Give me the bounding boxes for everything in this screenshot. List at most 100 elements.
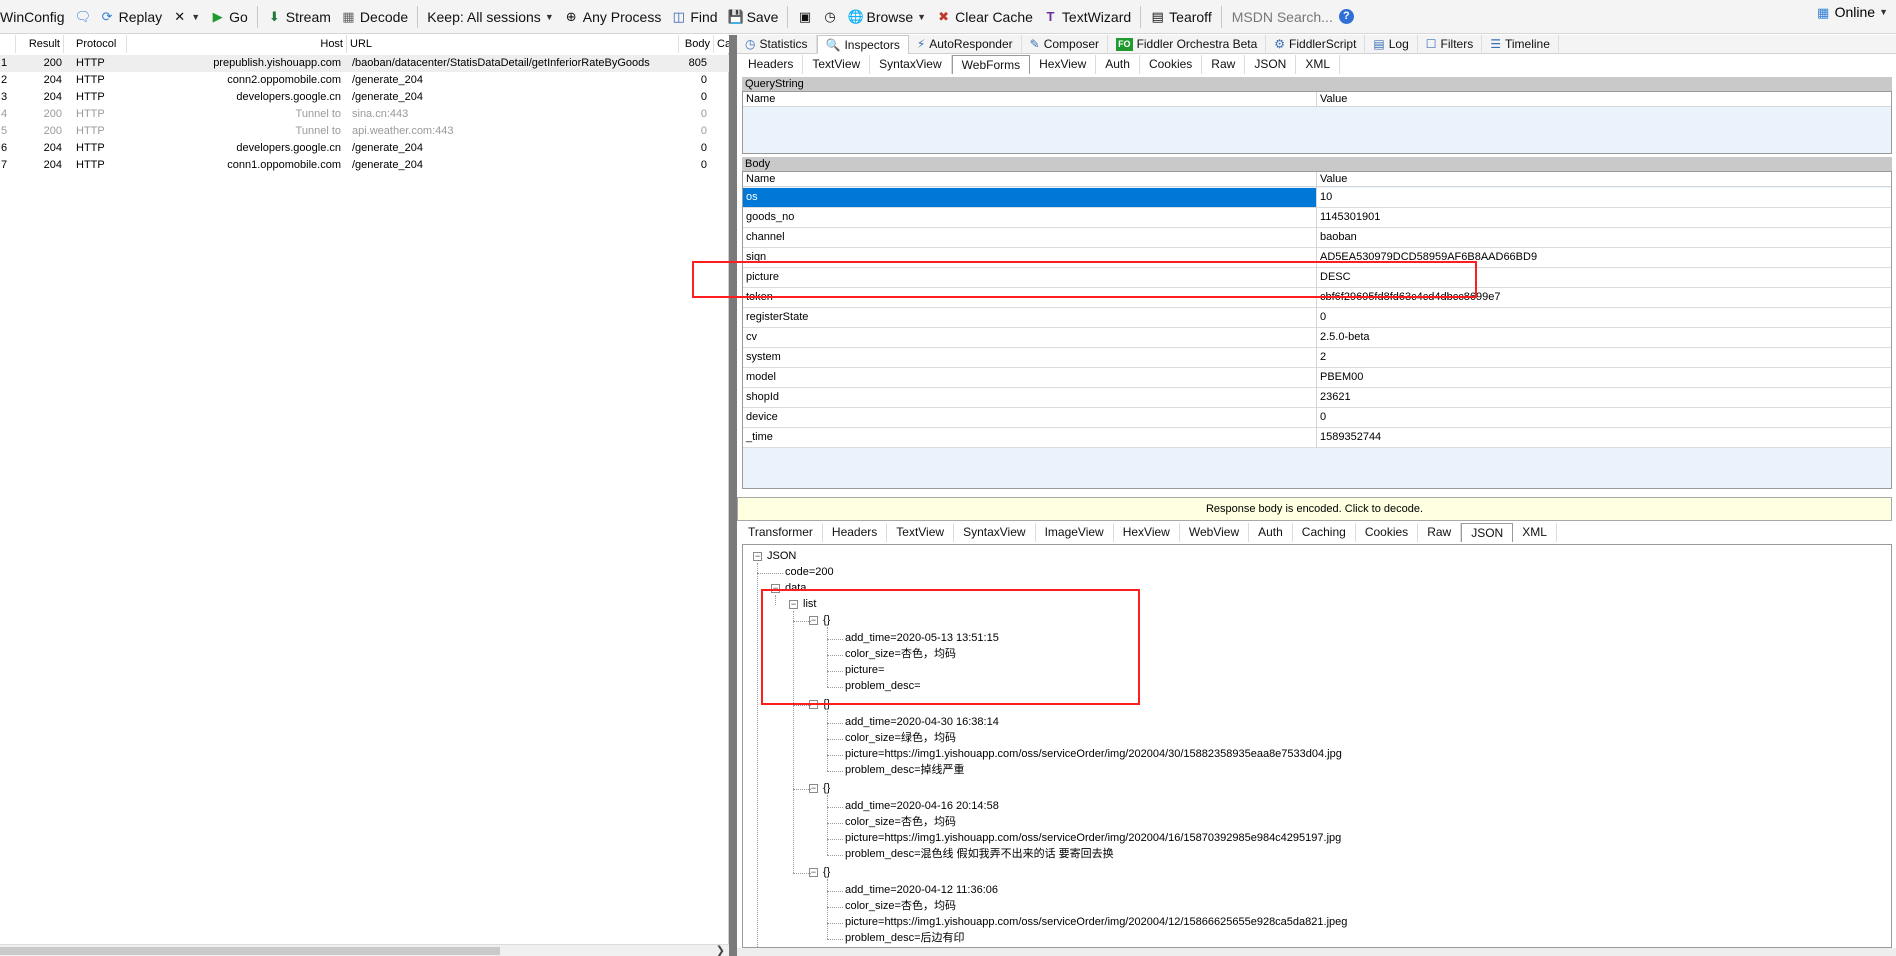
column-header-number[interactable] <box>0 35 16 53</box>
body-param-row[interactable]: goods_no 1145301901 <box>743 208 1891 228</box>
replay-button[interactable]: ⟳ Replay <box>95 4 168 30</box>
body-param-value[interactable]: AD5EA530979DCD58959AF6B8AAD66BD9 <box>1317 248 1891 267</box>
body-param-name[interactable]: picture <box>743 268 1316 287</box>
winconfig-button[interactable]: WinConfig <box>0 4 70 30</box>
response-tab-transformer[interactable]: Transformer <box>739 523 823 542</box>
tab-fiddlerscript[interactable]: ⚙ FiddlerScript <box>1266 34 1366 54</box>
body-param-row[interactable]: shopId 23621 <box>743 388 1891 408</box>
collapse-toggle-icon[interactable]: − <box>789 600 798 609</box>
column-header-result[interactable]: Result <box>16 35 64 53</box>
session-row[interactable]: 3 204 HTTP developers.google.cn/generate_20… <box>0 89 729 106</box>
body-param-row[interactable]: cv 2.5.0-beta <box>743 328 1891 348</box>
timer-button[interactable]: ◷ <box>817 4 842 30</box>
body-param-name[interactable]: shopId <box>743 388 1316 407</box>
session-row[interactable]: 2 204 HTTP conn2.oppomobile.com/generate_20… <box>0 72 729 89</box>
screenshot-button[interactable]: ▣ <box>792 4 817 30</box>
collapse-toggle-icon[interactable]: − <box>753 552 762 561</box>
body-param-value[interactable]: 0 <box>1317 308 1891 327</box>
json-field-problem-desc[interactable]: problem_desc=混色线 假如我弄不出来的话 要寄回去换 <box>845 847 1114 862</box>
column-header-host[interactable]: Host <box>127 35 347 53</box>
body-param-value[interactable]: 1145301901 <box>1317 208 1891 227</box>
session-row[interactable]: 4 200 HTTP Tunnel to sina.cn:443 0 <box>0 106 729 123</box>
body-param-row[interactable]: model PBEM00 <box>743 368 1891 388</box>
json-data-node[interactable]: data <box>785 581 806 596</box>
json-list-node[interactable]: list <box>803 597 816 612</box>
tab-inspectors[interactable]: 🔍 Inspectors <box>816 34 909 54</box>
tab-autoresponder[interactable]: ⚡ AutoResponder <box>909 34 1022 54</box>
body-param-row[interactable]: channel baoban <box>743 228 1891 248</box>
collapse-toggle-icon[interactable]: − <box>771 584 780 593</box>
find-button[interactable]: ◫ Find <box>666 4 722 30</box>
json-object-node[interactable]: {} <box>823 865 830 880</box>
browse-button[interactable]: 🌐 Browse ▼ <box>842 4 931 30</box>
body-param-value[interactable]: baoban <box>1317 228 1891 247</box>
column-header-caching[interactable]: Ca <box>714 35 731 53</box>
json-field-color-size[interactable]: color_size=杏色，均码 <box>845 647 956 662</box>
remove-button[interactable]: ✕ ▼ <box>167 4 205 30</box>
tab-fiddler-orchestra-beta[interactable]: FO Fiddler Orchestra Beta <box>1108 34 1267 54</box>
tab-timeline[interactable]: ☰ Timeline <box>1482 34 1559 54</box>
response-tab-syntaxview[interactable]: SyntaxView <box>954 523 1036 542</box>
request-tab-hexview[interactable]: HexView <box>1030 55 1097 74</box>
body-param-row[interactable]: picture DESC <box>743 268 1891 288</box>
request-tab-xml[interactable]: XML <box>1296 55 1341 74</box>
tab-composer[interactable]: ✎ Composer <box>1022 34 1109 54</box>
scrollbar-thumb[interactable] <box>0 947 500 955</box>
decode-button[interactable]: ▦ Decode <box>336 4 413 30</box>
response-tab-xml[interactable]: XML <box>1513 523 1557 542</box>
column-header-protocol[interactable]: Protocol <box>64 35 127 53</box>
body-param-row[interactable]: _time 1589352744 <box>743 428 1891 448</box>
json-code-node[interactable]: code=200 <box>785 565 834 580</box>
decode-response-bar[interactable]: Response body is encoded. Click to decod… <box>737 497 1892 521</box>
body-param-row[interactable]: system 2 <box>743 348 1891 368</box>
go-button[interactable]: ▶ Go <box>205 4 253 30</box>
request-tab-webforms[interactable]: WebForms <box>951 55 1031 74</box>
save-button[interactable]: 💾 Save <box>723 4 784 30</box>
request-tab-syntaxview[interactable]: SyntaxView <box>870 55 952 74</box>
json-field-color-size[interactable]: color_size=杏色，均码 <box>845 899 956 914</box>
body-param-name[interactable]: _time <box>743 428 1316 447</box>
pane-splitter[interactable] <box>729 35 737 956</box>
json-field-problem-desc[interactable]: problem_desc=后边有印 <box>845 931 965 946</box>
json-field-picture[interactable]: picture=https://img1.yishouapp.com/oss/s… <box>845 915 1347 930</box>
request-tab-textview[interactable]: TextView <box>803 55 871 74</box>
body-param-name[interactable]: os <box>743 188 1316 207</box>
request-tab-json[interactable]: JSON <box>1245 55 1297 74</box>
response-tab-textview[interactable]: TextView <box>887 523 955 542</box>
body-param-name[interactable]: system <box>743 348 1316 367</box>
tab-log[interactable]: ▤ Log <box>1365 34 1418 54</box>
json-object-node[interactable]: {} <box>823 697 830 712</box>
json-field-problem-desc[interactable]: problem_desc=掉线严重 <box>845 763 965 778</box>
json-field-picture[interactable]: picture=https://img1.yishouapp.com/oss/s… <box>845 831 1341 846</box>
body-param-value[interactable]: 23621 <box>1317 388 1891 407</box>
json-field-picture[interactable]: picture=https://img1.yishouapp.com/oss/s… <box>845 747 1342 762</box>
json-field-problem-desc[interactable]: problem_desc= <box>845 679 921 694</box>
body-param-row[interactable]: registerState 0 <box>743 308 1891 328</box>
column-header-url[interactable]: URL <box>347 35 679 53</box>
response-tab-auth[interactable]: Auth <box>1249 523 1293 542</box>
body-param-name[interactable]: device <box>743 408 1316 427</box>
body-param-value[interactable]: 10 <box>1317 188 1891 207</box>
body-name-header[interactable]: Name <box>743 172 775 187</box>
body-param-name[interactable]: registerState <box>743 308 1316 327</box>
json-root-node[interactable]: JSON <box>767 549 796 564</box>
response-tab-hexview[interactable]: HexView <box>1114 523 1180 542</box>
body-grid[interactable]: Name Value os 10 goods_no 1145301901 channel… <box>742 171 1892 489</box>
querystring-value-header[interactable]: Value <box>1317 92 1347 107</box>
help-icon[interactable]: ? <box>1338 9 1354 24</box>
json-field-color-size[interactable]: color_size=杏色，均码 <box>845 815 956 830</box>
body-param-name[interactable]: goods_no <box>743 208 1316 227</box>
response-tab-imageview[interactable]: ImageView <box>1036 523 1114 542</box>
body-param-name[interactable]: model <box>743 368 1316 387</box>
session-row[interactable]: 6 204 HTTP developers.google.cn/generate_20… <box>0 140 729 157</box>
body-param-value[interactable]: 0 <box>1317 408 1891 427</box>
body-param-value[interactable]: cbf6f29695fd8fd63c4cd4dbcc8699e7 <box>1317 288 1891 307</box>
chevron-right-icon[interactable]: ❯ <box>716 944 725 956</box>
json-tree-view[interactable]: − JSON code=200− data − list −{} add_time=2020-… <box>742 544 1892 948</box>
json-field-add-time[interactable]: add_time=2020-04-16 20:14:58 <box>845 799 999 814</box>
response-tab-cookies[interactable]: Cookies <box>1356 523 1419 542</box>
session-row[interactable]: 5 200 HTTP Tunnel to api.weather.com:443 0 <box>0 123 729 140</box>
response-tab-headers[interactable]: Headers <box>823 523 888 542</box>
body-param-value[interactable]: DESC <box>1317 268 1891 287</box>
json-field-add-time[interactable]: add_time=2020-04-30 16:38:14 <box>845 715 999 730</box>
